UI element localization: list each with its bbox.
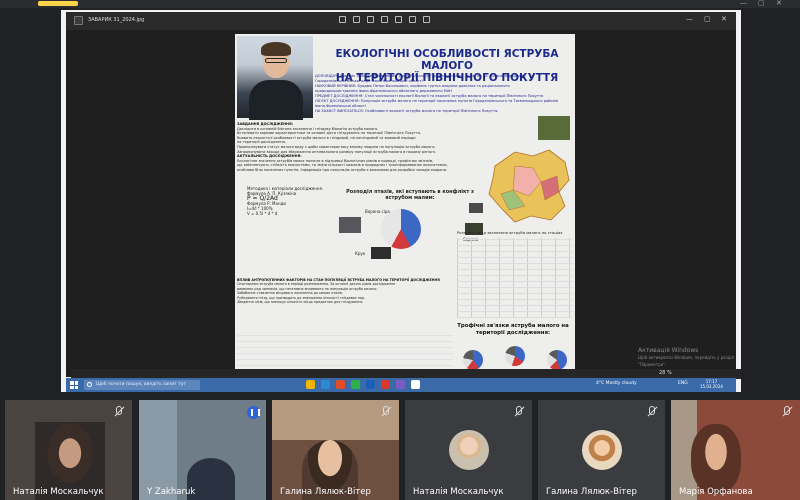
zoom-in-icon[interactable] [339, 16, 346, 23]
zoom-level[interactable]: 28 % [659, 370, 672, 376]
trophic-pie [505, 346, 525, 366]
participant-name: Галина Лялюк-Вітер [280, 487, 371, 497]
participant-name: Марія Орфанова [679, 487, 753, 497]
participant-tile[interactable]: Наталія Москальчук [405, 400, 532, 500]
weather-widget[interactable]: 4°C Mostly cloudy [596, 381, 637, 386]
mic-muted-icon [781, 406, 792, 417]
search-icon [87, 382, 92, 387]
image-file-icon [74, 16, 83, 25]
results-table [237, 334, 453, 372]
participant-tile[interactable]: Галина Лялюк-Вітер [272, 400, 399, 500]
meeting-top-bar: — ▢ ✕ [0, 0, 800, 8]
trophic-pie [463, 350, 483, 370]
rotate-icon[interactable] [367, 16, 374, 23]
participant-tile[interactable]: Марія Орфанова [671, 400, 800, 500]
windows-activation-watermark: Активація Windows Щоб активувати Windows… [638, 347, 735, 367]
delete-icon[interactable] [381, 16, 388, 23]
photos-icon[interactable] [411, 380, 420, 389]
image-viewer-titlebar: ЗАВАРИК 31_2024.jpg — ▢ ✕ [66, 12, 736, 30]
participant-tile-speaking[interactable]: Y Zakharuk [139, 400, 266, 500]
participant-name: Наталія Москальчук [13, 487, 104, 497]
viewer-minimize-icon[interactable]: — [686, 15, 693, 23]
conflict-birds-pie [381, 209, 421, 249]
viewer-toolbar [339, 16, 430, 23]
language-indicator[interactable]: ENG [678, 381, 688, 386]
taskbar-search[interactable]: Щоб почати пошук, введіть запит тут [84, 380, 200, 390]
nests-table: Розподіл гнізд заселення яструба малого … [457, 230, 573, 322]
trophic-pies [457, 336, 573, 372]
edit-icon[interactable] [409, 16, 416, 23]
crow-photo [469, 203, 483, 213]
avatar [582, 430, 622, 470]
mic-muted-icon [646, 406, 657, 417]
participant-name: Галина Лялюк-Вітер [546, 487, 637, 497]
hawk-photo [538, 116, 570, 140]
recording-indicator [38, 1, 78, 6]
region-map [488, 149, 570, 223]
file-explorer-icon[interactable] [306, 380, 315, 389]
shared-screen: ЗАВАРИК 31_2024.jpg — ▢ ✕ ЕКОЛОГІЧНІ ОСО… [61, 10, 741, 392]
participant-tile[interactable]: Наталія Москальчук [5, 400, 132, 500]
poster-tasks-section: ЗАВДАННЯ ДОСЛІДЖЕННЯ: Дослідити в основн… [237, 122, 448, 172]
minimize-icon[interactable]: — [740, 0, 747, 7]
viewer-maximize-icon[interactable]: ▢ [704, 15, 711, 23]
participant-name: Наталія Москальчук [413, 487, 504, 497]
participant-video [691, 424, 741, 494]
participant-tile[interactable]: Галина Лялюк-Вітер [538, 400, 665, 500]
viewer-close-icon[interactable]: ✕ [721, 15, 727, 23]
speaking-icon [247, 406, 260, 419]
app-icon[interactable] [351, 380, 360, 389]
participant-name: Y Zakharuk [147, 487, 196, 497]
avatar [449, 430, 489, 470]
image-filename: ЗАВАРИК 31_2024.jpg [88, 17, 145, 23]
trophic-title: Трофічні зв'язки яструба малого на терит… [457, 323, 569, 336]
zoom-out-icon[interactable] [353, 16, 360, 23]
mic-muted-icon [380, 406, 391, 417]
app-icon[interactable] [396, 380, 405, 389]
research-poster: ЕКОЛОГІЧНІ ОСОБЛИВОСТІ ЯСТРУБА МАЛОГО НА… [235, 34, 575, 374]
poster-anthropogenic-section: ВПЛИВ АНТРОПОГЕННИХ ФАКТОРІВ НА СТАН ПОП… [237, 278, 440, 305]
meeting-window: — ▢ ✕ ЗАВАРИК 31_2024.jpg — ▢ ✕ ЕКОЛОГІЧ… [0, 0, 800, 500]
poster-author-block: ДОПОВІДАЧ: Заварик Ярослав Михайлович, у… [315, 74, 559, 113]
taskbar-clock[interactable]: 17:17 15.03.2024 [700, 379, 723, 389]
edge-icon[interactable] [321, 380, 330, 389]
taskbar-apps [306, 380, 420, 389]
mic-muted-icon [513, 406, 524, 417]
word-icon[interactable] [366, 380, 375, 389]
favorite-icon[interactable] [395, 16, 402, 23]
image-viewer-window: ЗАВАРИК 31_2024.jpg — ▢ ✕ ЕКОЛОГІЧНІ ОСО… [66, 12, 741, 379]
pdf-icon[interactable] [381, 380, 390, 389]
trophic-pie [547, 350, 567, 370]
windows-taskbar: Щоб почати пошук, введіть запит тут 4°C … [66, 378, 736, 392]
chrome-icon[interactable] [336, 380, 345, 389]
mic-muted-icon [113, 406, 124, 417]
windows-start-icon[interactable] [70, 381, 78, 389]
raven-photo [371, 247, 391, 259]
more-icon[interactable] [423, 16, 430, 23]
author-photo [237, 36, 313, 120]
hooded-crow-photo [339, 217, 361, 233]
close-icon[interactable]: ✕ [776, 0, 782, 7]
maximize-icon[interactable]: ▢ [758, 0, 765, 7]
